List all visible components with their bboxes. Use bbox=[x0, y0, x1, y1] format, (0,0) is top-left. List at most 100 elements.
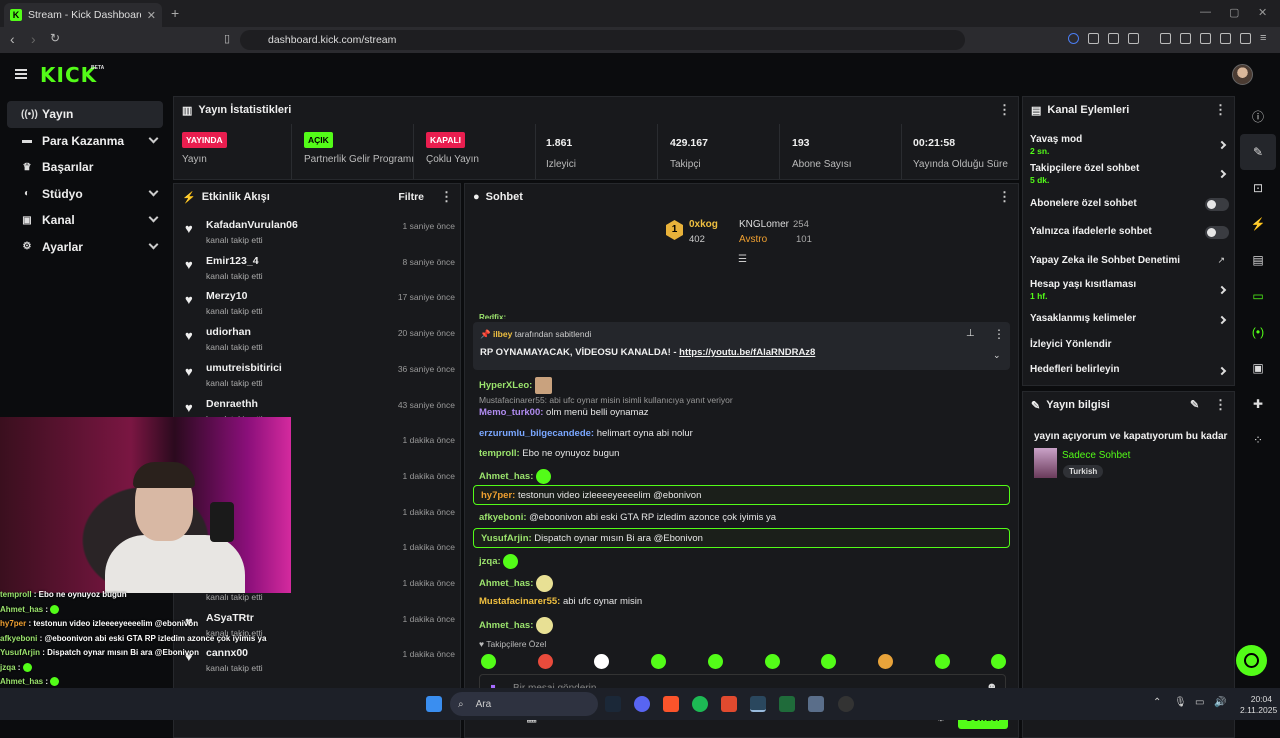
emote-icon[interactable] bbox=[877, 654, 893, 669]
chat-message[interactable]: Ahmet_has: bbox=[479, 469, 552, 484]
action-slow-mode[interactable]: Yavaş mod 2 sn. bbox=[1030, 134, 1229, 156]
more-options-icon[interactable]: ⋮ bbox=[998, 189, 1011, 205]
sidebar-item-yayin[interactable]: ((•)) Yayın bbox=[7, 101, 163, 128]
dots-icon[interactable]: ⁘ bbox=[1240, 422, 1276, 458]
chat-icon[interactable]: ▭ bbox=[1240, 278, 1276, 314]
activity-item[interactable]: ♥ umutreisbitirici kanalı takip etti 36 san… bbox=[185, 356, 455, 392]
extension-icon[interactable] bbox=[1128, 33, 1139, 44]
category-link[interactable]: Sadece Sohbet bbox=[1062, 450, 1130, 461]
chat-username[interactable]: Memo_turk00: bbox=[479, 407, 543, 418]
back-icon[interactable]: ‹ bbox=[10, 31, 15, 47]
action-account-age[interactable]: Hesap yaşı kısıtlaması 1 hf. bbox=[1030, 279, 1229, 301]
emote-icon[interactable] bbox=[991, 654, 1007, 669]
chat-username[interactable]: Mustafacinarer55: bbox=[479, 596, 560, 607]
obs-icon[interactable] bbox=[838, 696, 854, 712]
close-tab-icon[interactable]: ✕ bbox=[147, 9, 156, 22]
chat-username[interactable]: Ahmet_has: bbox=[479, 578, 533, 589]
app-icon[interactable] bbox=[721, 696, 737, 712]
maximize-icon[interactable]: ▢ bbox=[1229, 6, 1239, 19]
browser-tab[interactable]: K Stream - Kick Dashboard ✕ bbox=[4, 3, 162, 27]
emote-icon[interactable] bbox=[651, 654, 667, 669]
edit-pencil-icon[interactable]: ✎ bbox=[1240, 134, 1276, 170]
chevron-down-icon[interactable]: ⌄ bbox=[993, 350, 1001, 361]
more-options-icon[interactable]: ⋮ bbox=[1214, 102, 1227, 118]
collapse-icon[interactable]: ☰ bbox=[738, 254, 747, 265]
chat-message[interactable]: Mustafacinarer55: abi ufc oynar misin bbox=[479, 596, 642, 607]
chat-message[interactable]: temproll: Ebo ne oynuyoz bugun bbox=[479, 448, 619, 459]
wrench-icon[interactable]: ✚ bbox=[1240, 386, 1276, 422]
filter-button[interactable]: Filtre bbox=[398, 191, 424, 203]
chat-username[interactable]: afkyeboni: bbox=[479, 512, 527, 523]
chat-message[interactable]: hy7per: testonun video izleeeeyeeeelim @… bbox=[481, 490, 701, 501]
sidebar-item-basarilar[interactable]: ♛ Başarılar bbox=[7, 154, 163, 181]
capture-icon[interactable]: ⊡ bbox=[1240, 170, 1276, 206]
ai-icon[interactable] bbox=[1220, 33, 1231, 44]
discord-icon[interactable] bbox=[634, 696, 650, 712]
shield-icon[interactable] bbox=[1240, 33, 1251, 44]
chat-message[interactable]: YusufArjin: Dispatch oynar mısın Bi ara … bbox=[481, 533, 703, 544]
spotify-icon[interactable] bbox=[692, 696, 708, 712]
chat-message[interactable]: erzurumlu_bilgecandede: helimart oyna ab… bbox=[479, 428, 693, 439]
volume-icon[interactable]: 🔊 bbox=[1214, 697, 1226, 708]
emote-icon[interactable] bbox=[481, 654, 496, 669]
steam-icon[interactable] bbox=[605, 696, 621, 712]
leader-name[interactable]: Avstro bbox=[739, 234, 767, 245]
help-button[interactable] bbox=[1236, 645, 1267, 676]
layout-icon[interactable]: ▣ bbox=[1240, 350, 1276, 386]
chat-message[interactable]: Ahmet_has: bbox=[479, 575, 554, 592]
action-ai-moderation[interactable]: Yapay Zeka ile Sohbet Denetimi ↗ bbox=[1030, 255, 1229, 266]
info-icon[interactable]: ⓘ bbox=[1240, 98, 1276, 134]
more-options-icon[interactable]: ⋮ bbox=[440, 189, 453, 205]
music-icon[interactable] bbox=[1160, 33, 1171, 44]
sidebar-item-ayarlar[interactable]: ⚙ Ayarlar bbox=[7, 234, 163, 261]
activity-item[interactable]: ♥ udiorhan kanalı takip etti 20 saniye önce bbox=[185, 320, 455, 356]
chat-username[interactable]: HyperXLeo: bbox=[479, 380, 532, 391]
sidebar-item-studyo[interactable]: ◐ Stüdyo bbox=[7, 181, 163, 208]
emote-icon[interactable] bbox=[934, 654, 950, 669]
forward-icon[interactable]: › bbox=[31, 31, 36, 47]
wallet-icon[interactable] bbox=[1200, 33, 1211, 44]
chat-username[interactable]: erzurumlu_bilgecandede: bbox=[479, 428, 594, 439]
action-followers-only[interactable]: Takipçilere özel sohbet 5 dk. bbox=[1030, 163, 1229, 185]
chat-message[interactable]: Ahmet_has: bbox=[479, 617, 554, 634]
menu-icon[interactable]: ≡ bbox=[1260, 32, 1266, 44]
start-icon[interactable] bbox=[426, 696, 442, 712]
chat-message[interactable]: afkyeboni: @eboonivon abi eski GTA RP iz… bbox=[479, 512, 776, 523]
extension-icon[interactable] bbox=[1068, 33, 1079, 44]
mic-tray-icon[interactable]: 🎙 bbox=[1174, 697, 1187, 708]
app-icon[interactable] bbox=[808, 696, 824, 712]
chat-message[interactable]: jzqa: bbox=[479, 554, 519, 569]
leader-name[interactable]: KNGLomer bbox=[739, 219, 789, 230]
tray-arrow-icon[interactable]: ⌃ bbox=[1153, 697, 1161, 708]
taskbar-search[interactable]: ⌕ Ara bbox=[450, 692, 598, 716]
chat-username[interactable]: YusufArjin: bbox=[481, 533, 532, 544]
brave-icon[interactable] bbox=[663, 696, 679, 712]
close-window-icon[interactable]: ✕ bbox=[1258, 6, 1267, 19]
steam-active-icon[interactable] bbox=[750, 696, 766, 712]
emote-icon[interactable] bbox=[594, 654, 610, 669]
hamburger-menu-icon[interactable] bbox=[15, 69, 27, 79]
emote-icon[interactable] bbox=[764, 654, 780, 669]
chat-username[interactable]: Ahmet_has: bbox=[479, 471, 533, 482]
reload-icon[interactable]: ↻ bbox=[50, 31, 60, 45]
emotes-only-toggle[interactable] bbox=[1205, 226, 1229, 239]
emote-icon[interactable] bbox=[821, 654, 837, 669]
chat-message[interactable]: Memo_turk00: olm menü belli oynamaz bbox=[479, 407, 649, 418]
subscribers-only-toggle[interactable] bbox=[1205, 198, 1229, 211]
chat-username[interactable]: temproll: bbox=[479, 448, 520, 459]
puzzle-icon[interactable] bbox=[1108, 33, 1119, 44]
emote-icon[interactable] bbox=[707, 654, 723, 669]
action-raid[interactable]: İzleyici Yönlendir bbox=[1030, 339, 1229, 350]
leader-name[interactable]: 0xkog bbox=[689, 219, 718, 230]
extension-icon[interactable] bbox=[1088, 33, 1099, 44]
pinned-link[interactable]: https://youtu.be/fAlaRNDRAz8 bbox=[679, 347, 815, 358]
action-banned-words[interactable]: Yasaklanmış kelimeler bbox=[1030, 313, 1229, 325]
kick-logo[interactable]: KICK bbox=[40, 63, 97, 87]
emote-icon[interactable] bbox=[537, 654, 553, 669]
monitor-icon[interactable]: ▭ bbox=[1195, 697, 1204, 708]
unpin-icon[interactable]: ⊥ bbox=[966, 328, 975, 339]
activity-item[interactable]: ♥ Merzy10 kanalı takip etti 17 saniye önce bbox=[185, 284, 455, 320]
lightning-icon[interactable]: ⚡ bbox=[1240, 206, 1276, 242]
minimize-icon[interactable]: — bbox=[1200, 6, 1211, 18]
action-goals[interactable]: Hedefleri belirleyin bbox=[1030, 364, 1229, 376]
